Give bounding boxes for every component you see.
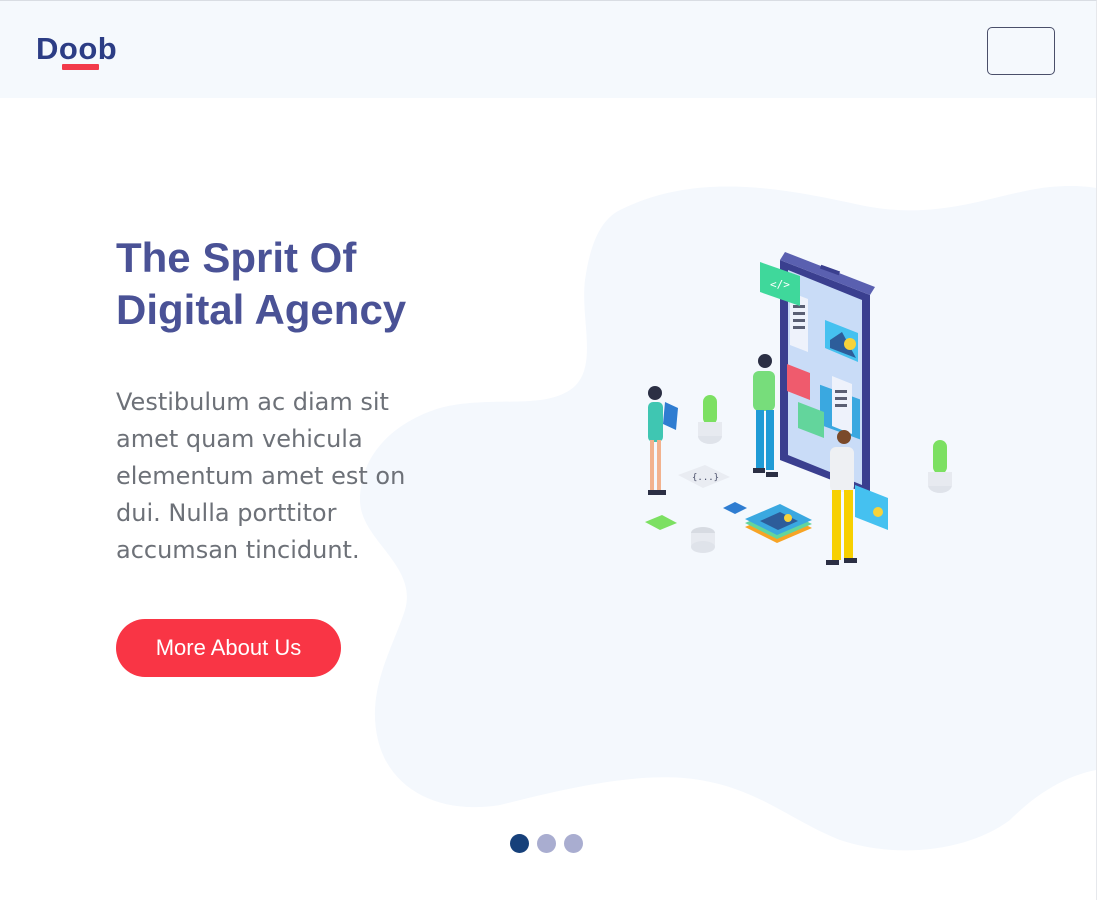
site-header: Doob (0, 1, 1096, 98)
svg-text:</>: </> (770, 278, 790, 291)
hero-title: The Sprit Of Digital Agency (116, 234, 407, 333)
menu-button[interactable] (987, 27, 1055, 75)
slider-dots (510, 834, 583, 853)
hero-illustration: </> {...} (645, 252, 952, 565)
person-man-green (753, 354, 778, 477)
slider-dot-2[interactable] (537, 834, 556, 853)
plant-pot-1 (698, 395, 722, 444)
blue-tile (723, 502, 747, 514)
more-about-us-button[interactable]: More About Us (116, 619, 341, 677)
cup (691, 527, 715, 553)
slider-dot-3[interactable] (564, 834, 583, 853)
green-tile (645, 515, 677, 530)
plant-pot-2 (928, 440, 952, 493)
hero-description: Vestibulum ac diam sit amet quam vehicul… (116, 388, 406, 564)
logo-underline (62, 64, 99, 70)
svg-text:{...}: {...} (692, 473, 719, 483)
person-woman (648, 386, 678, 495)
photo-stack (745, 504, 812, 543)
photo-card-right (855, 485, 888, 530)
slider-dot-1[interactable] (510, 834, 529, 853)
logo[interactable]: Doob (36, 31, 117, 67)
